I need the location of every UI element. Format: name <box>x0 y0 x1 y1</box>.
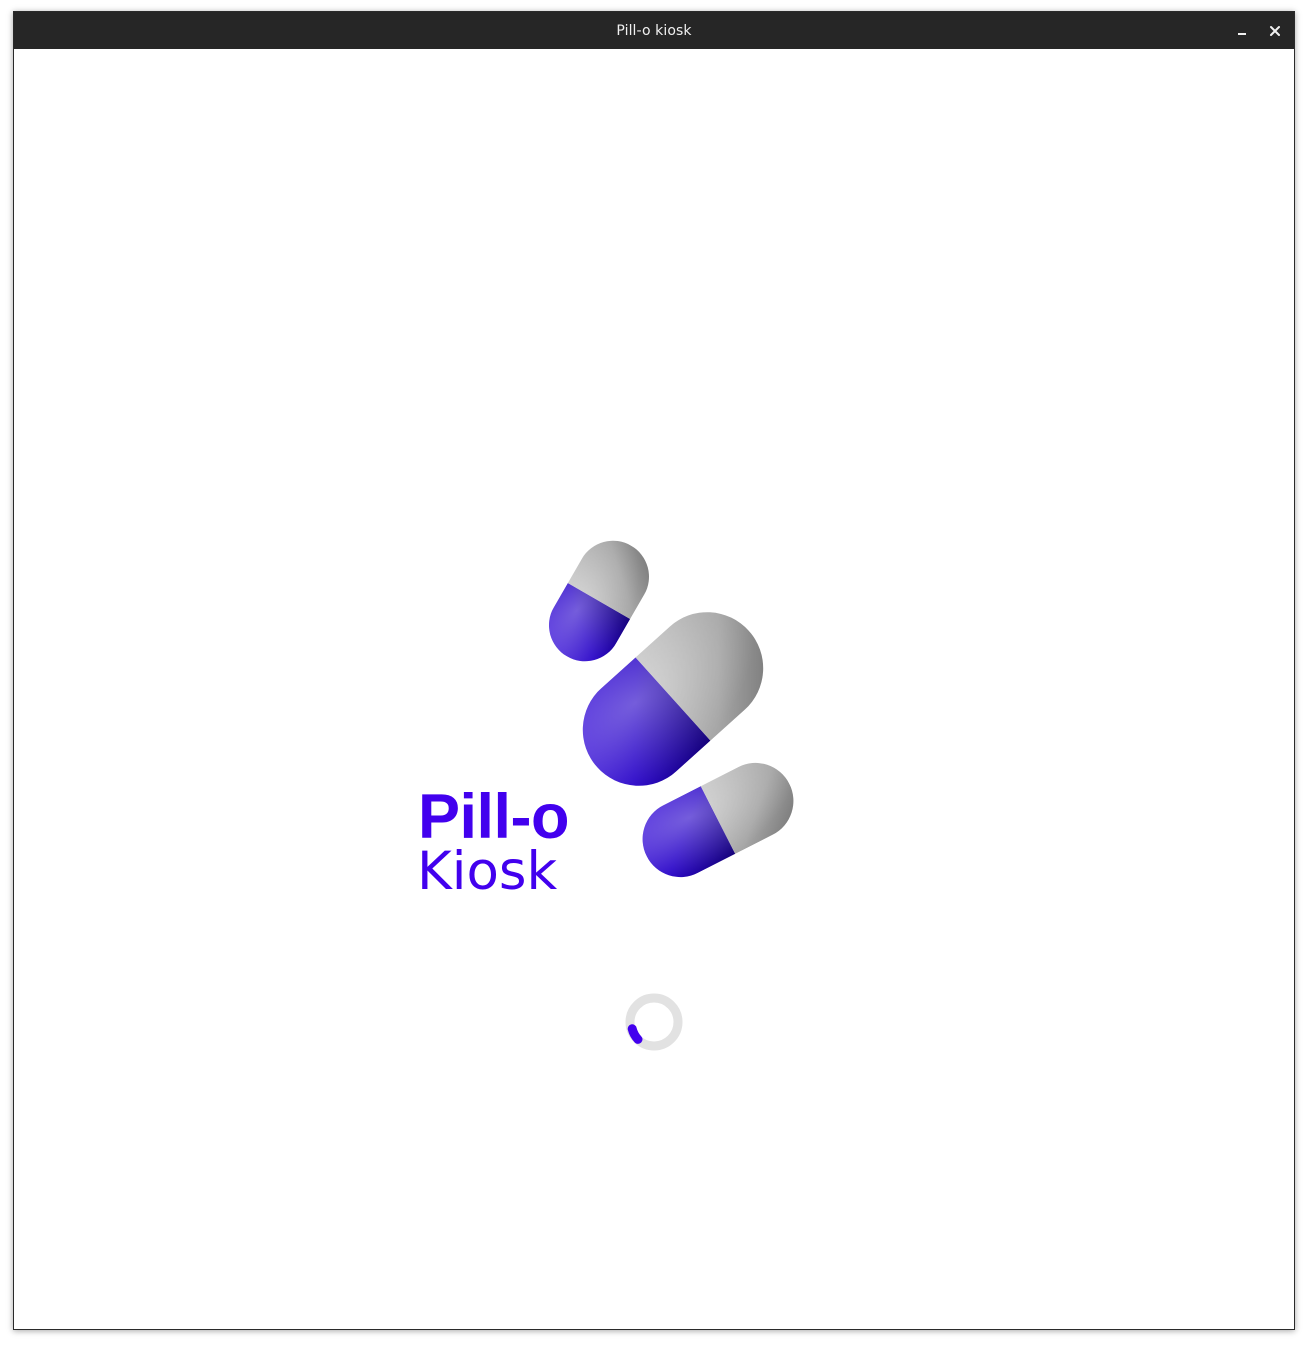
minimize-icon <box>1238 33 1246 35</box>
brand-name-line2: Kiosk <box>417 841 558 902</box>
loading-spinner-icon <box>625 993 683 1051</box>
titlebar[interactable]: Pill-o kiosk <box>14 12 1294 49</box>
pill-capsules-logo <box>535 527 807 891</box>
close-icon <box>1270 26 1280 36</box>
close-button[interactable] <box>1262 18 1288 44</box>
minimize-button[interactable] <box>1229 18 1255 44</box>
window-title: Pill-o kiosk <box>616 22 692 39</box>
app-window: Pill-o kiosk Pill-o Kiosk <box>13 11 1295 1330</box>
splash-screen: Pill-o Kiosk <box>14 49 1294 1329</box>
